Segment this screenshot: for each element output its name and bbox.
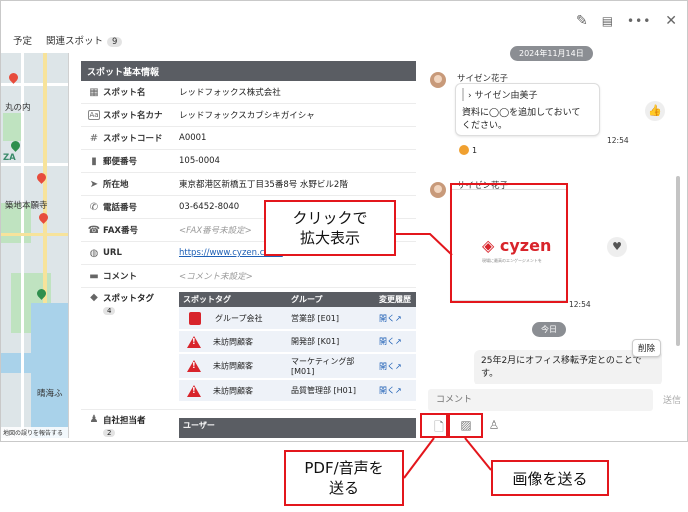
pdf-leader-line <box>403 437 435 479</box>
image-leader-line <box>464 437 492 471</box>
callout-lines <box>396 233 492 479</box>
enlarge-leader-line <box>396 233 453 256</box>
